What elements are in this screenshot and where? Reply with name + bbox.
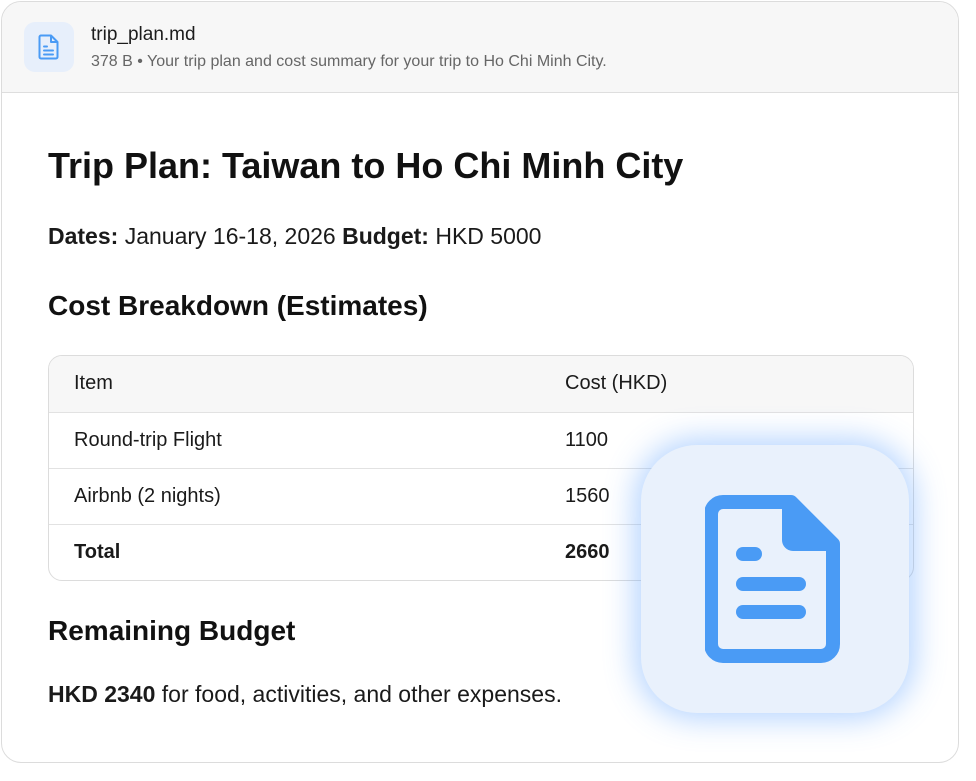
budget-value: HKD 5000 xyxy=(435,223,542,249)
document-app-icon xyxy=(641,445,909,713)
document-icon xyxy=(705,495,840,663)
remaining-description: for food, activities, and other expenses… xyxy=(161,681,562,707)
dates-value: January 16-18, 2026 xyxy=(124,223,336,249)
document-title: Trip Plan: Taiwan to Ho Chi Minh City xyxy=(48,145,684,186)
remaining-budget-heading: Remaining Budget xyxy=(48,615,296,646)
remaining-budget-text: HKD 2340 for food, activities, and other… xyxy=(48,681,562,708)
budget-label: Budget: xyxy=(342,223,429,249)
column-header-item: Item xyxy=(49,356,565,413)
dates-label: Dates: xyxy=(48,223,119,249)
document-icon xyxy=(38,34,59,60)
table-cell-item: Round-trip Flight xyxy=(49,412,565,469)
file-meta: 378 B • Your trip plan and cost summary … xyxy=(91,53,607,70)
remaining-amount: HKD 2340 xyxy=(48,681,156,707)
file-name: trip_plan.md xyxy=(91,24,196,45)
dates-budget-line: Dates: January 16-18, 2026 Budget: HKD 5… xyxy=(48,223,541,250)
table-cell-item: Airbnb (2 nights) xyxy=(49,468,565,525)
cost-breakdown-heading: Cost Breakdown (Estimates) xyxy=(48,290,428,321)
table-header-row: Item Cost (HKD) xyxy=(49,356,913,413)
file-header: trip_plan.md 378 B • Your trip plan and … xyxy=(2,2,958,93)
file-icon xyxy=(24,22,74,72)
column-header-cost: Cost (HKD) xyxy=(565,356,913,413)
table-cell-item: Total xyxy=(74,540,121,563)
